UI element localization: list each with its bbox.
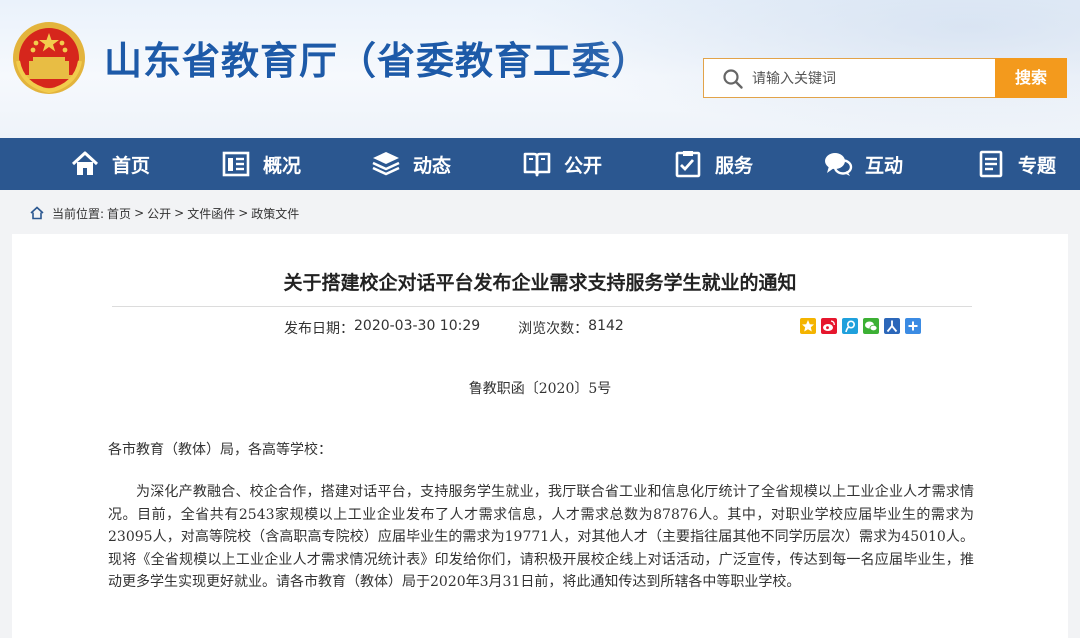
site-title: 山东省教育厅（省委教育工委） <box>104 39 651 83</box>
nav-item-public[interactable]: 公开 <box>522 138 602 190</box>
home-icon <box>30 206 44 220</box>
article-title: 关于搭建校企对话平台发布企业需求支持服务学生就业的通知 <box>283 272 797 294</box>
breadcrumb: 当前位置: 首页 > 公开 > 文件函件 > 政策文件 <box>30 204 299 222</box>
views-label: 浏览次数： <box>518 321 589 337</box>
nav-item-overview[interactable]: 概况 <box>221 138 301 190</box>
title-divider <box>112 306 972 307</box>
search-box <box>703 58 995 98</box>
building-icon <box>222 151 250 177</box>
nav-label: 概况 <box>263 154 302 177</box>
nav-label: 首页 <box>112 154 151 177</box>
site-header: 山东省教育厅（省委教育工委） 搜索 <box>0 0 1080 138</box>
more-share-icon[interactable] <box>905 318 921 334</box>
clipboard-icon <box>675 151 701 178</box>
tencent-weibo-icon[interactable] <box>842 318 858 334</box>
search-bar: 搜索 <box>703 58 1067 98</box>
search-button[interactable]: 搜索 <box>995 58 1067 98</box>
document-number: 鲁教职函〔2020〕5号 <box>468 381 612 397</box>
weibo-icon[interactable] <box>821 318 837 334</box>
breadcrumb-separator: > <box>238 206 249 220</box>
national-emblem-icon <box>13 22 85 94</box>
renren-icon[interactable] <box>884 318 900 334</box>
search-icon <box>723 69 743 89</box>
nav-item-news[interactable]: 动态 <box>371 138 451 190</box>
nav-label: 动态 <box>413 154 452 177</box>
document-icon <box>979 150 1003 178</box>
article-paragraph: 为深化产教融合、校企合作，搭建对话平台，支持服务学生就业，我厅联合省工业和信息化… <box>108 484 974 591</box>
search-input[interactable] <box>752 67 988 91</box>
date-label: 发布日期： <box>284 321 354 337</box>
publish-date: 2020-03-30 10:29 <box>354 318 481 334</box>
nav-item-home[interactable]: 首页 <box>70 138 150 190</box>
stack-icon <box>372 152 400 176</box>
chat-icon <box>825 153 853 176</box>
nav-item-service[interactable]: 服务 <box>673 138 753 190</box>
nav-label: 专题 <box>1018 154 1057 177</box>
nav-label: 公开 <box>564 154 603 177</box>
breadcrumb-separator: > <box>134 206 145 220</box>
nav-label: 互动 <box>865 154 904 177</box>
nav-item-interact[interactable]: 互动 <box>823 138 903 190</box>
nav-item-topics[interactable]: 专题 <box>976 138 1056 190</box>
article-meta: 发布日期： 2020-03-30 10:29 浏览次数： 8142 <box>284 318 624 338</box>
wechat-icon[interactable] <box>863 318 879 334</box>
nav-label: 服务 <box>715 154 754 177</box>
breadcrumb-item-policy[interactable]: 政策文件 <box>251 205 299 222</box>
meta-spacer <box>480 318 518 338</box>
breadcrumb-item-documents[interactable]: 文件函件 <box>187 205 235 222</box>
breadcrumb-prefix: 当前位置: <box>52 206 105 221</box>
breadcrumb-separator: > <box>174 206 185 220</box>
view-count: 8142 <box>588 318 624 334</box>
breadcrumb-item-home[interactable]: 首页 <box>107 205 131 222</box>
home-icon <box>71 151 99 175</box>
qzone-icon[interactable] <box>800 318 816 334</box>
breadcrumb-item-public[interactable]: 公开 <box>147 205 171 222</box>
main-nav: 首页 概况 动态 公开 服务 互动 专题 <box>0 138 1080 190</box>
share-bar <box>800 318 921 334</box>
book-icon <box>523 152 551 177</box>
article-panel: 关于搭建校企对话平台发布企业需求支持服务学生就业的通知 发布日期： 2020-0… <box>12 234 1068 638</box>
article-addressee: 各市教育（教体）局，各高等学校： <box>108 442 332 458</box>
